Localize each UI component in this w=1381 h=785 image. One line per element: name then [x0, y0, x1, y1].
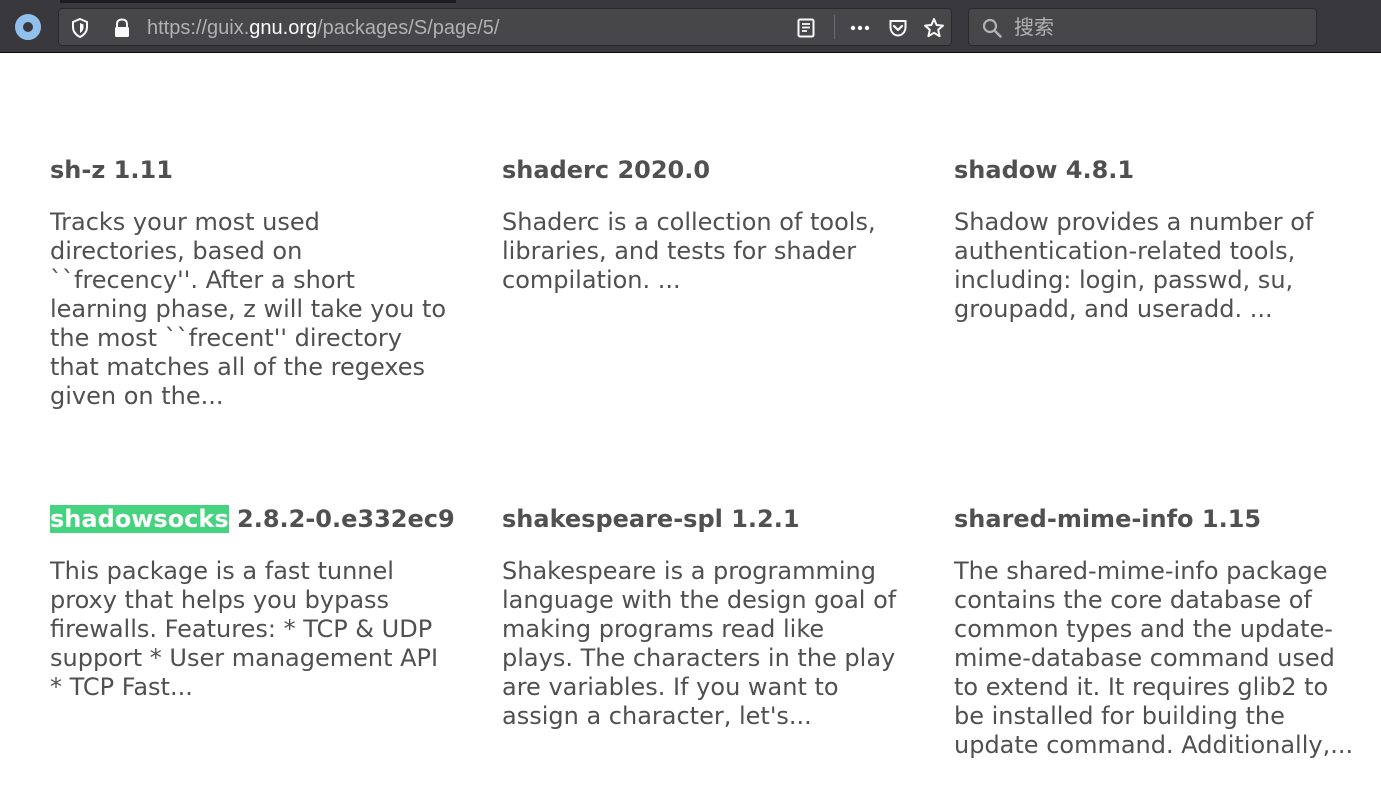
package-title: shakespeare-spl 1.2.1 [502, 504, 912, 534]
firefox-account-icon[interactable] [15, 14, 41, 40]
search-bar[interactable]: 搜索 [968, 8, 1317, 46]
package-description: Shaderc is a collection of tools, librar… [502, 208, 876, 294]
package-card: sh-z 1.11 Tracks your most used director… [50, 155, 460, 411]
url-host: gnu.org [249, 17, 318, 39]
package-description: Shakespeare is a programming language wi… [502, 557, 897, 730]
reader-view-icon[interactable] [795, 17, 817, 39]
url-prefix: https://guix. [147, 17, 250, 39]
package-title: shadowsocks 2.8.2-0.e332ec9 [50, 504, 460, 534]
pocket-icon[interactable] [887, 17, 909, 39]
url-text[interactable]: https://guix.gnu.org/packages/S/page/5/ [147, 17, 499, 39]
package-link[interactable]: shared-mime-info [954, 505, 1194, 533]
url-path: /packages/S/page/5/ [317, 17, 500, 39]
package-link[interactable]: sh-z [50, 156, 105, 184]
page-actions-more-icon[interactable] [849, 17, 871, 39]
package-link-highlighted[interactable]: shadowsocks [50, 505, 229, 533]
package-title: sh-z 1.11 [50, 155, 460, 185]
lock-icon[interactable] [111, 17, 133, 39]
package-card: shared-mime-info 1.15 The shared-mime-in… [954, 504, 1374, 760]
package-version: 2020.0 [617, 156, 711, 184]
package-card: shadow 4.8.1 Shadow provides a number of… [954, 155, 1364, 324]
bookmark-star-icon[interactable] [923, 17, 945, 39]
package-link[interactable]: shadow [954, 156, 1057, 184]
url-bar-separator [834, 15, 835, 39]
package-description: The shared-mime-info package contains th… [954, 557, 1354, 759]
url-bar[interactable]: https://guix.gnu.org/packages/S/page/5/ [58, 8, 952, 46]
package-version: 1.11 [113, 156, 173, 184]
package-title: shared-mime-info 1.15 [954, 504, 1374, 534]
browser-toolbar: https://guix.gnu.org/packages/S/page/5/ … [0, 0, 1381, 53]
search-placeholder: 搜索 [1014, 17, 1054, 39]
package-card: shaderc 2020.0 Shaderc is a collection o… [502, 155, 912, 295]
tab-strip-edge [60, 0, 456, 3]
package-title: shadow 4.8.1 [954, 155, 1364, 185]
package-version: 1.15 [1201, 505, 1262, 533]
package-description: Shadow provides a number of authenticati… [954, 208, 1314, 323]
package-version: 2.8.2-0.e332ec9 [237, 505, 455, 533]
package-card: shadowsocks 2.8.2-0.e332ec9 This package… [50, 504, 460, 702]
package-card: shakespeare-spl 1.2.1 Shakespeare is a p… [502, 504, 912, 731]
package-description: Tracks your most used directories, based… [50, 208, 447, 410]
tracking-protection-shield-icon[interactable] [69, 17, 91, 39]
search-icon [982, 18, 1002, 38]
package-version: 1.2.1 [731, 505, 800, 533]
package-link[interactable]: shaderc [502, 156, 609, 184]
package-version: 4.8.1 [1065, 156, 1135, 184]
package-description: This package is a fast tunnel proxy that… [50, 557, 439, 701]
package-title: shaderc 2020.0 [502, 155, 912, 185]
package-link[interactable]: shakespeare-spl [502, 505, 723, 533]
